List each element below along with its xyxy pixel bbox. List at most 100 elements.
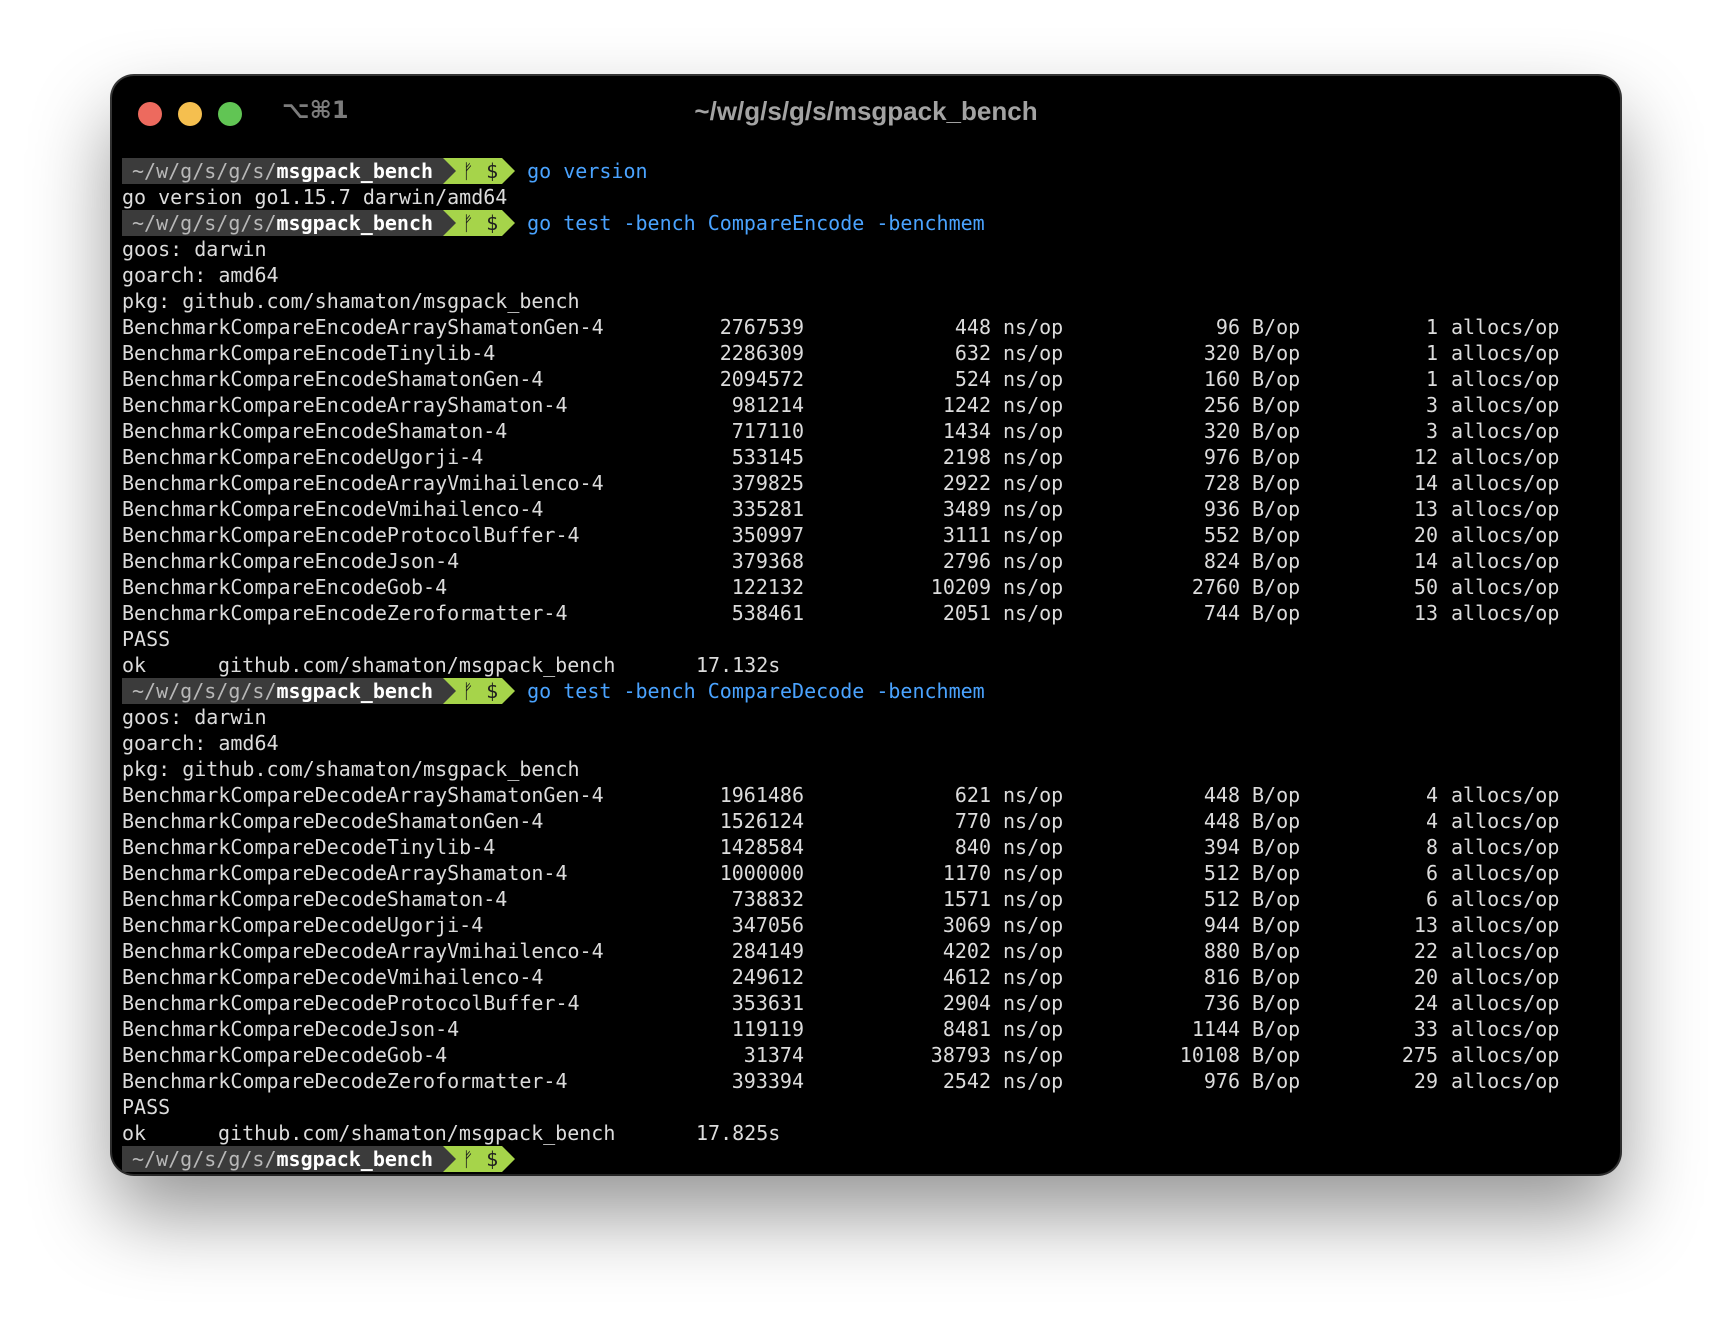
ns-per-op-unit: ns/op <box>1003 523 1064 547</box>
benchmark-row: BenchmarkCompareEncodeUgorji-4 533145 2198… <box>122 444 1610 470</box>
bytes-per-op-unit: B/op <box>1252 835 1301 859</box>
bytes-per-op-value: 512 <box>1203 887 1240 911</box>
bytes-per-op-unit: B/op <box>1252 549 1301 573</box>
bytes-per-op-value: 394 <box>1203 835 1240 859</box>
ns-per-op-unit: ns/op <box>1003 471 1064 495</box>
iterations-value: 379368 <box>731 549 804 573</box>
allocs-per-op-unit: allocs/op <box>1451 1069 1560 1093</box>
bytes-per-op-value: 448 <box>1203 783 1240 807</box>
benchmark-row: BenchmarkCompareDecodeZeroformatter-4 393… <box>122 1068 1610 1094</box>
iterations-value: 1000000 <box>719 861 804 885</box>
bytes-per-op-unit: B/op <box>1252 1069 1301 1093</box>
bytes-per-op-unit: B/op <box>1252 341 1301 365</box>
terminal-output[interactable]: ~/w/g/s/g/s/msgpack_bench ᚠ $ go version go… <box>122 158 1610 1172</box>
bytes-per-op-value: 552 <box>1203 523 1240 547</box>
bytes-per-op-unit: B/op <box>1252 1017 1301 1041</box>
bytes-per-op-value: 2760 <box>1191 575 1240 599</box>
ns-per-op-value: 38793 <box>930 1043 991 1067</box>
pkg-line: pkg: github.com/shamaton/msgpack_bench <box>122 289 580 313</box>
bytes-per-op-value: 744 <box>1203 601 1240 625</box>
bytes-per-op-unit: B/op <box>1252 783 1301 807</box>
benchmark-row: BenchmarkCompareDecodeTinylib-4 1428584 84… <box>122 834 1610 860</box>
prompt-path-prefix: ~/w/g/s/g/s/ <box>132 1147 277 1171</box>
benchmark-name: BenchmarkCompareDecodeUgorji-4 <box>122 913 484 937</box>
iterations-value: 2094572 <box>719 367 804 391</box>
ns-per-op-unit: ns/op <box>1003 315 1064 339</box>
ns-per-op-unit: ns/op <box>1003 601 1064 625</box>
ns-per-op-unit: ns/op <box>1003 965 1064 989</box>
ns-per-op-value: 2922 <box>942 471 991 495</box>
prompt-git-segment: ᚠ $ <box>456 678 503 704</box>
allocs-per-op-value: 29 <box>1413 1069 1438 1093</box>
prompt-line: ~/w/g/s/g/s/msgpack_bench ᚠ $ go version <box>122 158 1610 184</box>
benchmark-row: BenchmarkCompareDecodeArrayShamatonGen-4… <box>122 782 1610 808</box>
prompt-path-prefix: ~/w/g/s/g/s/ <box>132 211 277 235</box>
bytes-per-op-unit: B/op <box>1252 523 1301 547</box>
iterations-value: 393394 <box>731 1069 804 1093</box>
iterations-value: 2286309 <box>719 341 804 365</box>
benchmark-name: BenchmarkCompareEncodeProtocolBuffer-4 <box>122 523 580 547</box>
benchmark-name: BenchmarkCompareDecodeProtocolBuffer-4 <box>122 991 580 1015</box>
allocs-per-op-unit: allocs/op <box>1451 445 1560 469</box>
allocs-per-op-unit: allocs/op <box>1451 419 1560 443</box>
iterations-value: 335281 <box>731 497 804 521</box>
iterations-value: 379825 <box>731 471 804 495</box>
bytes-per-op-value: 728 <box>1203 471 1240 495</box>
command-text: go version <box>527 159 648 183</box>
allocs-per-op-value: 12 <box>1413 445 1438 469</box>
benchmark-row: BenchmarkCompareDecodeUgorji-4 347056 3069… <box>122 912 1610 938</box>
allocs-per-op-value: 14 <box>1413 471 1438 495</box>
ns-per-op-value: 2904 <box>942 991 991 1015</box>
ns-per-op-unit: ns/op <box>1003 887 1064 911</box>
prompt-current-dir: msgpack_bench <box>276 679 434 703</box>
iterations-value: 1526124 <box>719 809 804 833</box>
prompt-line: ~/w/g/s/g/s/msgpack_bench ᚠ $ go test -ben… <box>122 678 1610 704</box>
allocs-per-op-unit: allocs/op <box>1451 393 1560 417</box>
bytes-per-op-unit: B/op <box>1252 471 1301 495</box>
allocs-per-op-value: 20 <box>1413 523 1438 547</box>
bytes-per-op-unit: B/op <box>1252 939 1301 963</box>
prompt-git-segment: ᚠ $ <box>456 210 503 236</box>
pass-line: PASS <box>122 627 171 651</box>
benchmark-row: BenchmarkCompareDecodeJson-4 119119 8481 ns… <box>122 1016 1610 1042</box>
iterations-value: 717110 <box>731 419 804 443</box>
prompt-current-dir: msgpack_bench <box>276 1147 434 1171</box>
bytes-per-op-value: 1144 <box>1191 1017 1240 1041</box>
bytes-per-op-value: 512 <box>1203 861 1240 885</box>
bytes-per-op-unit: B/op <box>1252 367 1301 391</box>
benchmark-row: BenchmarkCompareDecodeShamatonGen-4 15261… <box>122 808 1610 834</box>
bytes-per-op-unit: B/op <box>1252 445 1301 469</box>
benchmark-name: BenchmarkCompareEncodeArrayShamatonGen-4 <box>122 315 604 339</box>
ns-per-op-unit: ns/op <box>1003 341 1064 365</box>
git-branch-icon: ᚠ <box>462 1147 475 1171</box>
benchmark-row: BenchmarkCompareDecodeProtocolBuffer-4 35… <box>122 990 1610 1016</box>
powerline-separator <box>502 678 516 704</box>
allocs-per-op-value: 13 <box>1413 913 1438 937</box>
allocs-per-op-value: 1 <box>1425 367 1438 391</box>
iterations-value: 533145 <box>731 445 804 469</box>
bytes-per-op-value: 944 <box>1203 913 1240 937</box>
git-branch-icon: ᚠ <box>462 211 475 235</box>
prompt-path-segment: ~/w/g/s/g/s/msgpack_bench <box>122 678 444 704</box>
ns-per-op-unit: ns/op <box>1003 1043 1064 1067</box>
bytes-per-op-unit: B/op <box>1252 419 1301 443</box>
allocs-per-op-value: 13 <box>1413 601 1438 625</box>
bytes-per-op-unit: B/op <box>1252 601 1301 625</box>
benchmark-row: BenchmarkCompareEncodeZeroformatter-4 538… <box>122 600 1610 626</box>
benchmark-row: BenchmarkCompareDecodeVmihailenco-4 24961… <box>122 964 1610 990</box>
benchmark-row: BenchmarkCompareEncodeArrayShamatonGen-4… <box>122 314 1610 340</box>
bytes-per-op-unit: B/op <box>1252 393 1301 417</box>
ns-per-op-value: 2198 <box>942 445 991 469</box>
ns-per-op-value: 3489 <box>942 497 991 521</box>
allocs-per-op-unit: allocs/op <box>1451 367 1560 391</box>
ns-per-op-value: 524 <box>954 367 991 391</box>
bytes-per-op-value: 448 <box>1203 809 1240 833</box>
powerline-separator <box>443 158 457 184</box>
ok-line: ok github.com/shamaton/msgpack_bench 17.82… <box>122 1120 1610 1146</box>
benchmark-name: BenchmarkCompareDecodeArrayVmihailenco-4 <box>122 939 604 963</box>
benchmark-name: BenchmarkCompareDecodeVmihailenco-4 <box>122 965 544 989</box>
allocs-per-op-unit: allocs/op <box>1451 471 1560 495</box>
ok-duration: 17.825s <box>696 1121 781 1145</box>
ns-per-op-value: 8481 <box>942 1017 991 1041</box>
bytes-per-op-value: 976 <box>1203 445 1240 469</box>
